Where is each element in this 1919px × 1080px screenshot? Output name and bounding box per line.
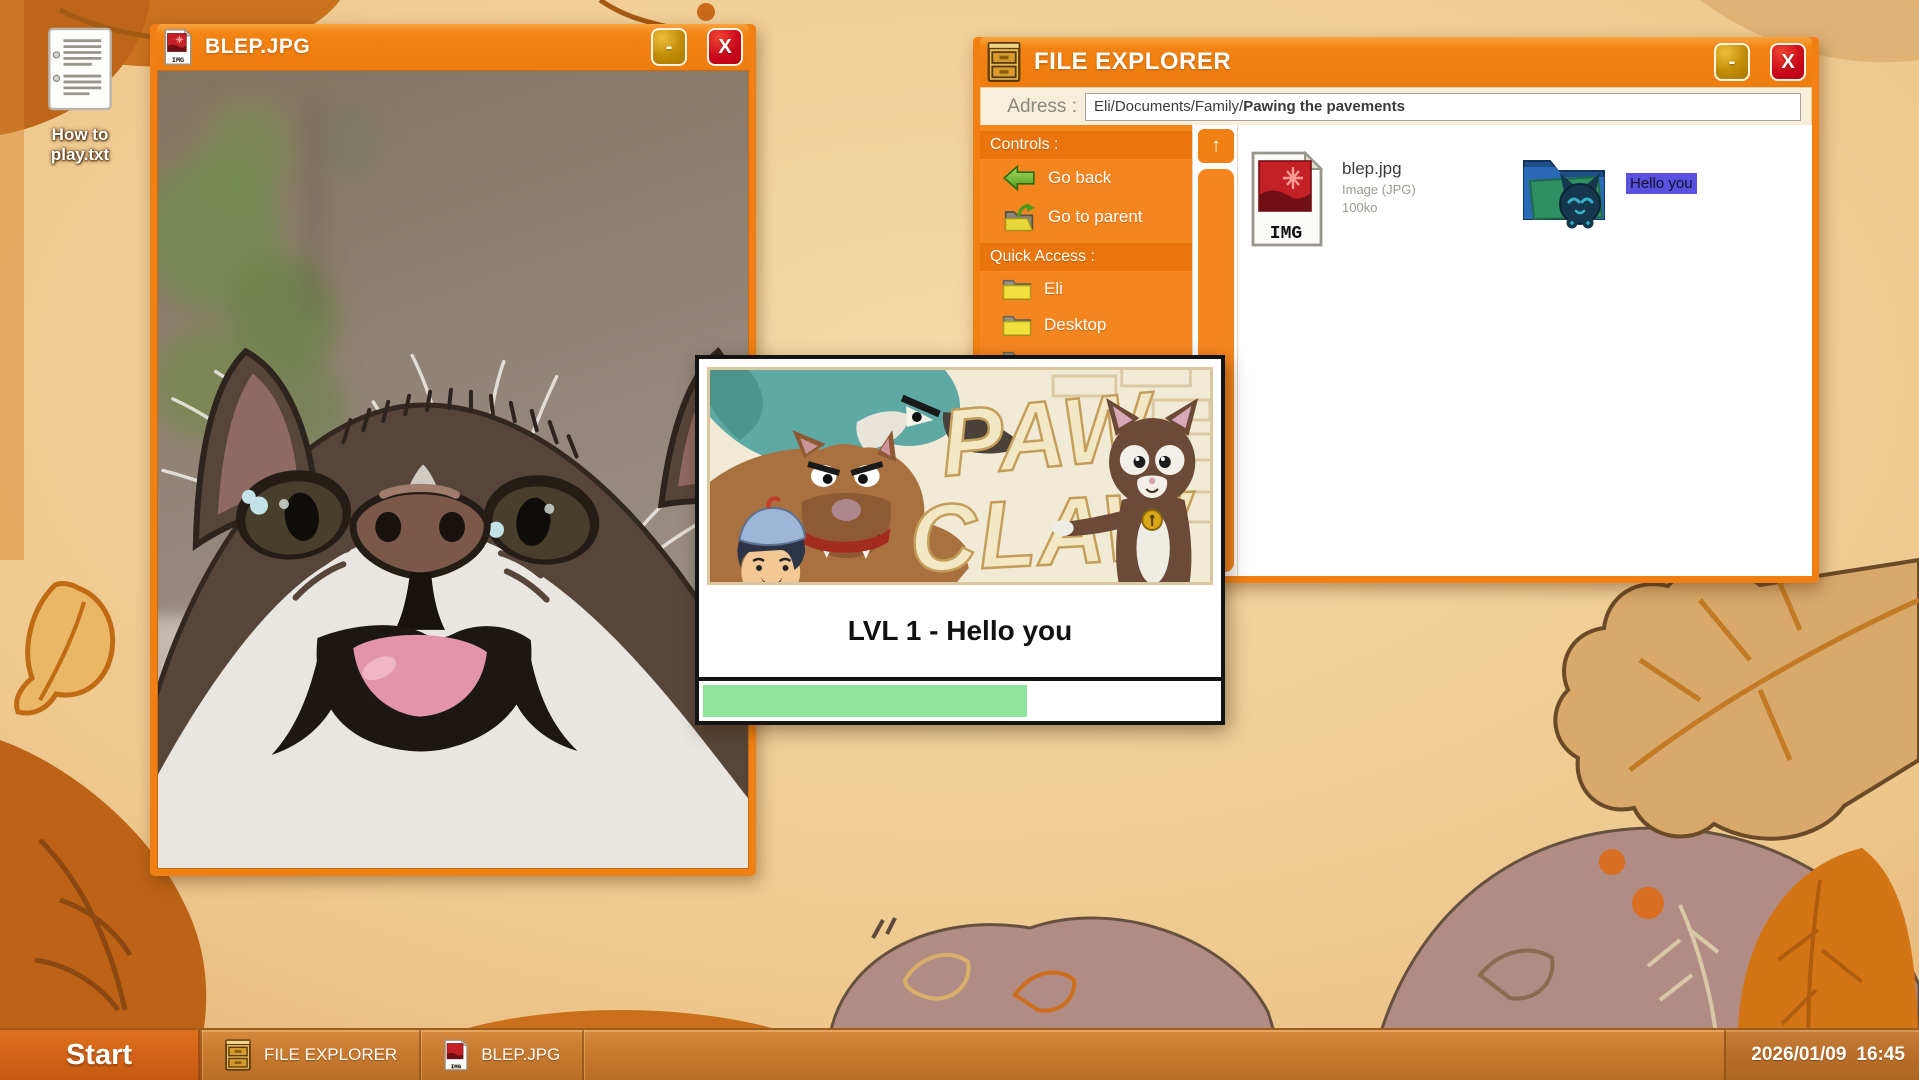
sidebar-item-label: Go to parent <box>1048 207 1143 226</box>
svg-text:IMG: IMG <box>1270 224 1302 244</box>
desktop-icon-how-to-play[interactable]: How to play.txt <box>22 26 138 166</box>
folder-entry-hello-you[interactable]: Hello you <box>1516 147 1697 231</box>
text-file-icon <box>48 27 112 111</box>
back-arrow-icon <box>1002 164 1035 192</box>
sidebar-item-label: Desktop <box>1044 315 1107 334</box>
address-input[interactable]: Eli/Documents/Family/Pawing the pavement… <box>1085 92 1801 121</box>
level-progress-bar <box>699 677 1221 721</box>
file-explorer-titlebar[interactable]: FILE EXPLORER - X <box>980 37 1812 87</box>
sidebar-item-go-back[interactable]: Go back <box>980 159 1192 197</box>
clock-time: 16:45 <box>1856 1044 1905 1065</box>
address-bar: Adress : Eli/Documents/Family/Pawing the… <box>980 87 1812 125</box>
image-viewer-window: IMG BLEP.JPG - X <box>150 24 756 876</box>
cabinet-icon <box>987 41 1021 83</box>
paw-claw-banner-art: PAW CLAW <box>710 370 1210 582</box>
image-file-icon: IMG <box>164 28 193 65</box>
scroll-up-button[interactable]: ↑ <box>1198 129 1234 163</box>
level-intro-popup: PAW CLAW LVL 1 - Hello you <box>695 355 1225 725</box>
close-button[interactable]: X <box>1770 43 1806 81</box>
address-path-current: Pawing the pavements <box>1243 98 1405 115</box>
sidebar-item-go-to-parent[interactable]: Go to parent <box>980 197 1192 237</box>
desktop-icon-label: How to play.txt <box>50 125 110 165</box>
file-list-area: IMG blep.jpg Image (JPG) 100ko Hello you <box>1238 125 1812 576</box>
taskbar-clock: 2026/01/09 16:45 <box>1724 1030 1919 1080</box>
folder-up-icon <box>1004 202 1035 232</box>
folder-icon <box>1002 279 1032 300</box>
taskbar-item-blep-jpg[interactable]: IMG BLEP.JPG <box>421 1030 582 1080</box>
selected-folder-label: Hello you <box>1626 173 1697 194</box>
image-viewer-title: BLEP.JPG <box>205 35 311 58</box>
level-progress-fill <box>703 685 1027 717</box>
desktop: How to play.txt IMG BLEP.JPG - X FILE EX… <box>0 0 1919 1080</box>
cabinet-icon <box>225 1039 251 1071</box>
file-name: blep.jpg <box>1342 159 1402 178</box>
image-file-icon: IMG <box>1251 150 1324 247</box>
close-button[interactable]: X <box>707 28 743 66</box>
svg-text:IMG: IMG <box>172 57 184 65</box>
clock-date: 2026/01/09 <box>1751 1044 1847 1065</box>
start-button[interactable]: Start <box>0 1030 200 1080</box>
file-entry-blep-jpg[interactable]: IMG blep.jpg Image (JPG) 100ko <box>1246 149 1416 249</box>
sidebar-item-eli[interactable]: Eli <box>980 271 1192 307</box>
taskbar-item-label: FILE EXPLORER <box>264 1045 398 1064</box>
image-file-icon: IMG <box>444 1039 469 1071</box>
blep-cat-image <box>158 71 748 868</box>
level-title: LVL 1 - Hello you <box>847 615 1073 646</box>
file-size: 100ko <box>1342 200 1378 215</box>
address-label: Adress : <box>1007 95 1077 117</box>
address-path-prefix: Eli/Documents/Family/ <box>1094 98 1244 115</box>
taskbar-item-label: BLEP.JPG <box>481 1045 561 1064</box>
file-explorer-title: FILE EXPLORER <box>1034 48 1232 75</box>
sidebar-item-label: Go back <box>1048 168 1112 187</box>
minimize-button[interactable]: - <box>651 28 687 66</box>
minimize-button[interactable]: - <box>1714 43 1750 81</box>
image-viewer-titlebar[interactable]: IMG BLEP.JPG - X <box>157 24 749 70</box>
svg-text:IMG: IMG <box>451 1063 462 1070</box>
sidebar-item-desktop[interactable]: Desktop <box>980 307 1192 343</box>
cat-folder-icon <box>1523 160 1605 229</box>
file-type: Image (JPG) <box>1342 182 1416 197</box>
paw-claw-banner: PAW CLAW <box>707 367 1213 585</box>
folder-icon <box>1002 315 1032 336</box>
image-viewer-canvas <box>157 70 749 869</box>
taskbar: Start FILE EXPLORER IMG BLEP.JPG 2026/01… <box>0 1028 1919 1080</box>
sidebar-item-label: Eli <box>1044 279 1063 298</box>
taskbar-item-file-explorer[interactable]: FILE EXPLORER <box>202 1030 419 1080</box>
controls-header: Controls : <box>980 131 1192 159</box>
quick-access-header: Quick Access : <box>980 243 1192 271</box>
